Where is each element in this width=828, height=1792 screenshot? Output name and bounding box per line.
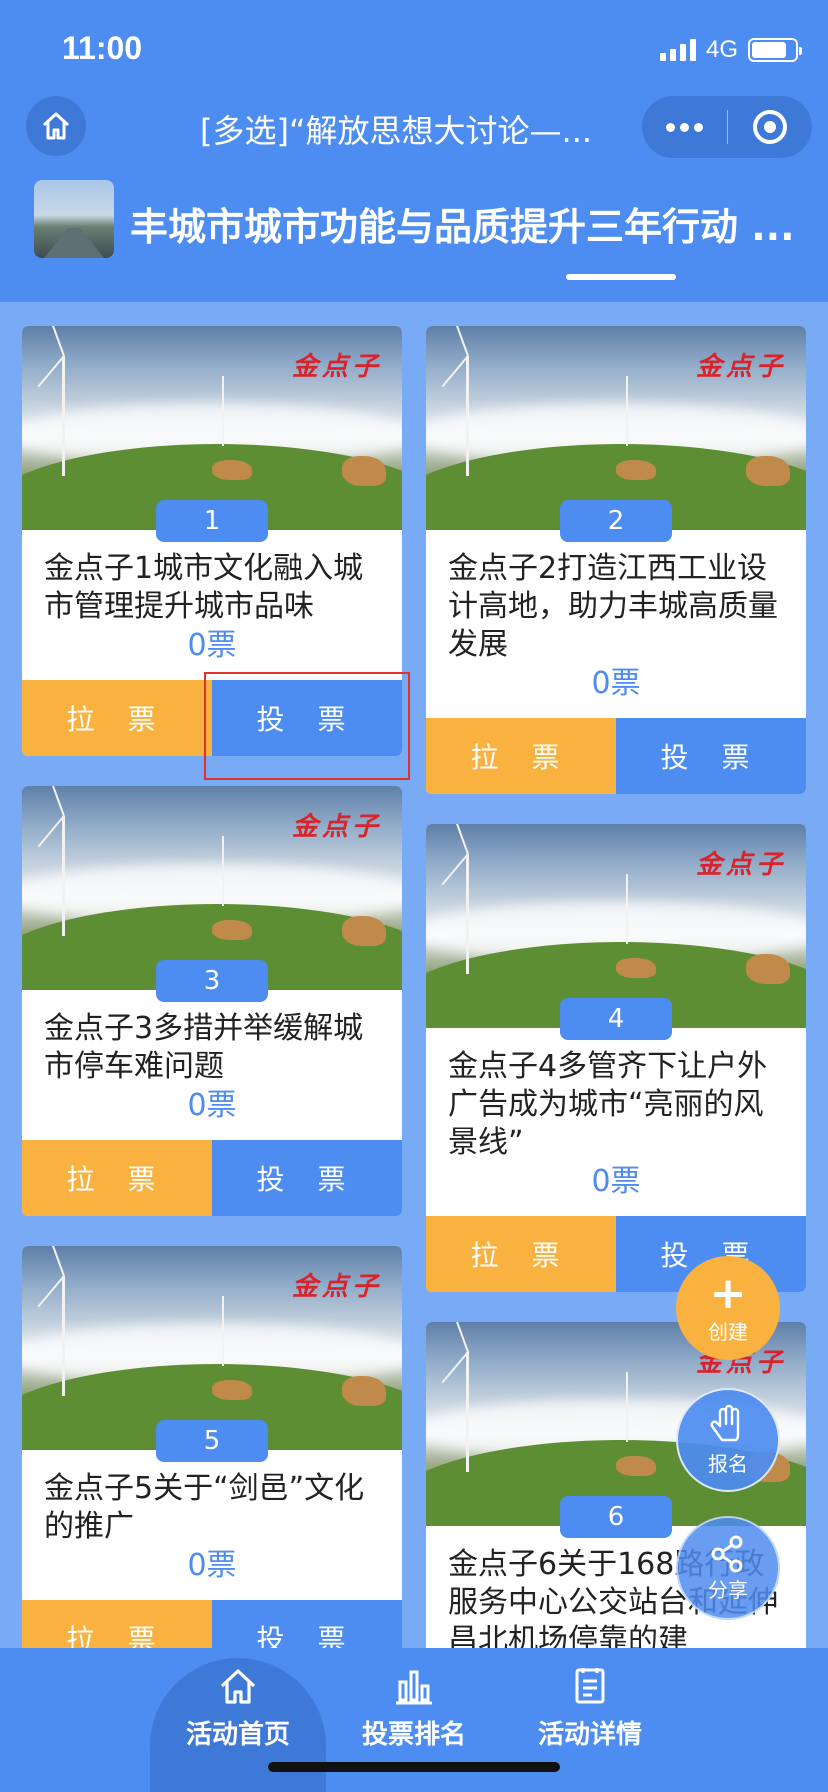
stamp-text: 金点子: [291, 812, 382, 842]
home-icon: [220, 1669, 256, 1704]
stamp-text: 金点子: [695, 850, 786, 880]
vote-count: 0票: [591, 666, 641, 701]
create-label: 创建: [708, 1319, 748, 1344]
signal-icon: [659, 39, 696, 61]
status-icons: 4G: [659, 36, 802, 64]
canvass-button[interactable]: 拉 票: [426, 1216, 616, 1292]
entry-number: 5: [156, 1420, 268, 1462]
home-button[interactable]: [26, 96, 86, 156]
vote-button[interactable]: 投 票: [212, 680, 402, 756]
tab-indicator: [566, 274, 676, 280]
tab-label: 活动首页: [185, 1720, 290, 1750]
tab-activity-details[interactable]: 活动详情: [505, 1664, 675, 1751]
share-label: 分享: [708, 1577, 748, 1602]
canvass-button[interactable]: 拉 票: [426, 718, 616, 794]
canvass-button[interactable]: 拉 票: [22, 1600, 212, 1648]
signup-button[interactable]: 报名: [676, 1388, 780, 1492]
entry-card[interactable]: 金点子 2 金点子2打造江西工业设计高地，助力丰城高质量发展 0票 拉 票 投 …: [426, 326, 806, 794]
status-time: 11:00: [62, 30, 143, 66]
entry-title: 金点子5关于“剑邑”文化的推广: [44, 1471, 365, 1544]
stamp-text: 金点子: [291, 352, 382, 382]
mini-program-capsule: [642, 96, 812, 158]
entry-card[interactable]: 金点子 4 金点子4多管齐下让户外广告成为城市“亮丽的风景线” 0票 拉 票 投…: [426, 824, 806, 1292]
activity-title[interactable]: 丰城市城市功能与品质提升三年行动 ...: [130, 196, 810, 251]
vote-count: 0票: [591, 1164, 641, 1199]
target-icon: [752, 110, 787, 144]
stamp-text: 金点子: [695, 352, 786, 382]
tab-vote-ranking[interactable]: 投票排名: [329, 1664, 499, 1751]
home-indicator: [268, 1762, 560, 1772]
hand-icon: [710, 1404, 740, 1441]
activity-thumbnail: [34, 180, 114, 258]
battery-icon: [748, 38, 802, 62]
entry-number: 4: [560, 998, 672, 1040]
network-type: 4G: [705, 36, 738, 63]
entry-title: 金点子3多措并举缓解城市停车难问题: [44, 1011, 364, 1084]
entry-title: 金点子1城市文化融入城市管理提升城市品味: [44, 551, 364, 624]
tab-activity-home[interactable]: 活动首页: [153, 1664, 323, 1751]
canvass-button[interactable]: 拉 票: [22, 1140, 212, 1216]
nav-title: [多选]“解放思想大讨论—...: [200, 112, 593, 150]
entry-number: 2: [560, 500, 672, 542]
create-button[interactable]: + 创建: [676, 1256, 780, 1360]
tab-label: 投票排名: [361, 1720, 466, 1750]
vote-button[interactable]: 投 票: [212, 1600, 402, 1648]
canvass-button[interactable]: 拉 票: [22, 680, 212, 756]
entry-title: 金点子2打造江西工业设计高地，助力丰城高质量发展: [448, 551, 778, 662]
entry-card[interactable]: 金点子 5 金点子5关于“剑邑”文化的推广 0票 拉 票 投 票: [22, 1246, 402, 1648]
entry-card[interactable]: 金点子 3 金点子3多措并举缓解城市停车难问题 0票 拉 票 投 票: [22, 786, 402, 1216]
close-miniprogram-button[interactable]: [728, 96, 813, 158]
bar-chart-icon: [396, 1670, 432, 1705]
share-button[interactable]: 分享: [676, 1516, 780, 1620]
vote-count: 0票: [187, 1548, 237, 1583]
plus-icon: +: [709, 1267, 747, 1319]
vote-button[interactable]: 投 票: [616, 718, 806, 794]
entry-number: 6: [560, 1496, 672, 1538]
entry-card[interactable]: 金点子 1 金点子1城市文化融入城市管理提升城市品味 0票 拉 票 投 票: [22, 326, 402, 756]
entry-number: 1: [156, 500, 268, 542]
tab-label: 活动详情: [537, 1720, 642, 1750]
entry-title: 金点子4多管齐下让户外广告成为城市“亮丽的风景线”: [448, 1049, 768, 1160]
more-icon: [665, 122, 703, 132]
vote-count: 0票: [187, 628, 237, 663]
share-icon: [711, 1535, 743, 1572]
home-icon: [42, 112, 70, 140]
vote-button[interactable]: 投 票: [212, 1140, 402, 1216]
vote-count: 0票: [187, 1088, 237, 1123]
more-button[interactable]: [642, 96, 727, 158]
entry-number: 3: [156, 960, 268, 1002]
stamp-text: 金点子: [291, 1272, 382, 1302]
top-header: 11:00 4G [多选]“解放思想大讨论—... 丰城市城市功能与品质提升三年…: [0, 0, 828, 302]
signup-label: 报名: [708, 1451, 748, 1476]
document-icon: [575, 1668, 605, 1704]
